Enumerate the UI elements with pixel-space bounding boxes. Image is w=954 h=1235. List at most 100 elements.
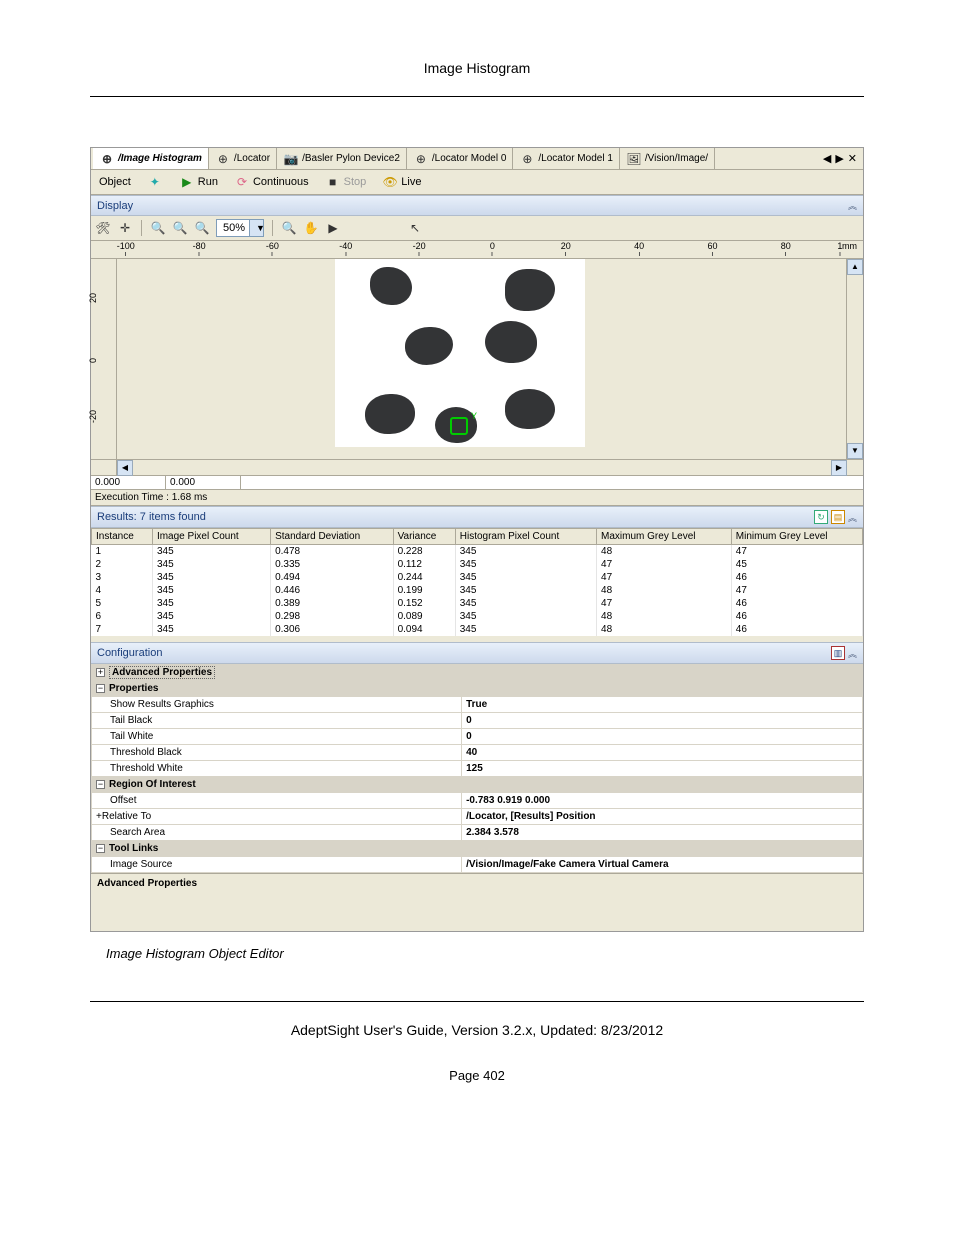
table-cell: 45 xyxy=(731,558,862,571)
table-row[interactable]: 63450.2980.0893454846 xyxy=(92,610,863,623)
tab-locator[interactable]: ⊕ /Locator xyxy=(209,148,277,169)
table-row[interactable]: 33450.4940.2443454746 xyxy=(92,571,863,584)
prop-key: Threshold White xyxy=(92,761,462,777)
execution-time: Execution Time : 1.68 ms xyxy=(91,490,863,506)
tab-next-icon[interactable]: ▶ xyxy=(835,152,843,165)
table-row[interactable]: 73450.3060.0943454846 xyxy=(92,623,863,636)
results-refresh-icon[interactable]: ↻ xyxy=(814,510,828,524)
zoom-fit-icon[interactable]: 🔍 xyxy=(194,220,210,236)
prop-value[interactable]: /Vision/Image/Fake Camera Virtual Camera xyxy=(462,857,863,873)
prop-row[interactable]: Threshold Black40 xyxy=(92,745,863,761)
status-x: 0.000 xyxy=(91,476,166,489)
prop-row[interactable]: Threshold White125 xyxy=(92,761,863,777)
run-button[interactable]: ▶Run xyxy=(175,173,222,191)
column-header[interactable]: Minimum Grey Level xyxy=(731,529,862,545)
table-row[interactable]: 23450.3350.1123454745 xyxy=(92,558,863,571)
config-icon[interactable]: ▥ xyxy=(831,646,845,660)
zoom-in-icon[interactable]: 🔍 xyxy=(150,220,166,236)
zoom-select[interactable]: 50% ▼ xyxy=(216,219,264,237)
prop-row[interactable]: Offset-0.783 0.919 0.000 xyxy=(92,793,863,809)
roi-y-label: Y xyxy=(471,411,477,421)
table-cell: 0.335 xyxy=(271,558,394,571)
collapse-icon[interactable] xyxy=(848,199,857,212)
tab-prev-icon[interactable]: ◀ xyxy=(823,152,831,165)
collapse-icon[interactable] xyxy=(848,647,857,660)
prop-row[interactable]: +Relative To/Locator, [Results] Position xyxy=(92,809,863,825)
tab-model-0[interactable]: ⊕ /Locator Model 0 xyxy=(407,148,514,169)
table-cell: 3 xyxy=(92,571,153,584)
image-canvas[interactable]: Y xyxy=(117,259,847,459)
column-header[interactable]: Maximum Grey Level xyxy=(597,529,732,545)
results-view-icon[interactable]: ▤ xyxy=(831,510,845,524)
collapse-icon[interactable]: − xyxy=(96,844,105,853)
category-properties[interactable]: Properties xyxy=(109,683,158,694)
tab-basler[interactable]: 📷 /Basler Pylon Device2 xyxy=(277,148,407,169)
tools-icon[interactable]: 🛠 xyxy=(95,220,111,236)
table-cell: 46 xyxy=(731,571,862,584)
prop-row[interactable]: Search Area2.384 3.578 xyxy=(92,825,863,841)
collapse-icon[interactable] xyxy=(848,511,857,524)
tab-bar: ⊕ /Image Histogram ⊕ /Locator 📷 /Basler … xyxy=(91,148,863,170)
scroll-up-icon[interactable]: ▲ xyxy=(847,259,863,275)
table-cell: 47 xyxy=(597,558,732,571)
category-tool-links[interactable]: Tool Links xyxy=(109,843,158,854)
tab-image-histogram[interactable]: ⊕ /Image Histogram xyxy=(93,148,209,169)
prop-row[interactable]: Image Source/Vision/Image/Fake Camera Vi… xyxy=(92,857,863,873)
column-header[interactable]: Histogram Pixel Count xyxy=(455,529,596,545)
scroll-left-icon[interactable]: ◀ xyxy=(117,460,133,476)
vertical-scrollbar[interactable]: ▲ ▼ xyxy=(847,259,863,459)
table-cell: 345 xyxy=(152,545,270,559)
prop-value[interactable]: 40 xyxy=(462,745,863,761)
zoom-region-icon[interactable]: 🔍 xyxy=(281,220,297,236)
prop-value[interactable]: /Locator, [Results] Position xyxy=(462,809,863,825)
live-button[interactable]: 👁Live xyxy=(378,173,425,191)
results-panel-header[interactable]: Results: 7 items found ↻ ▤ xyxy=(91,506,863,528)
prop-value[interactable]: 0 xyxy=(462,713,863,729)
divider xyxy=(90,96,864,97)
zoom-out-icon[interactable]: 🔍 xyxy=(172,220,188,236)
column-header[interactable]: Instance xyxy=(92,529,153,545)
column-header[interactable]: Image Pixel Count xyxy=(152,529,270,545)
table-cell: 48 xyxy=(597,545,732,559)
prop-value[interactable]: -0.783 0.919 0.000 xyxy=(462,793,863,809)
image-preview: Y xyxy=(335,259,585,447)
wand-button[interactable]: ✦ xyxy=(143,173,167,191)
app-window: ⊕ /Image Histogram ⊕ /Locator 📷 /Basler … xyxy=(90,147,864,932)
prop-value[interactable]: 2.384 3.578 xyxy=(462,825,863,841)
prop-row[interactable]: Tail Black0 xyxy=(92,713,863,729)
prop-value[interactable]: True xyxy=(462,697,863,713)
scroll-down-icon[interactable]: ▼ xyxy=(847,443,863,459)
pointer-icon[interactable]: ▶ xyxy=(325,220,341,236)
tab-vision-image[interactable]: 🖼 /Vision/Image/ xyxy=(620,148,715,169)
scroll-right-icon[interactable]: ▶ xyxy=(831,460,847,476)
tab-close-icon[interactable]: ✕ xyxy=(848,152,857,165)
table-row[interactable]: 53450.3890.1523454746 xyxy=(92,597,863,610)
prop-value[interactable]: 125 xyxy=(462,761,863,777)
horizontal-scrollbar[interactable]: ◀ ▶ xyxy=(117,460,847,475)
pan-icon[interactable]: ✋ xyxy=(303,220,319,236)
prop-row[interactable]: Tail White0 xyxy=(92,729,863,745)
table-row[interactable]: 43450.4460.1993454847 xyxy=(92,584,863,597)
dropdown-icon[interactable]: ▼ xyxy=(249,220,263,236)
crosshair-icon[interactable]: ✛ xyxy=(117,220,133,236)
collapse-icon[interactable]: − xyxy=(96,684,105,693)
table-row[interactable]: 13450.4780.2283454847 xyxy=(92,545,863,559)
table-cell: 0.112 xyxy=(393,558,455,571)
expand-icon[interactable]: + xyxy=(96,668,105,677)
tab-label: /Locator xyxy=(234,153,270,164)
ruler-tick: -40 xyxy=(339,241,352,256)
category-advanced[interactable]: Advanced Properties xyxy=(109,666,215,679)
column-header[interactable]: Standard Deviation xyxy=(271,529,394,545)
config-panel-header[interactable]: Configuration ▥ xyxy=(91,642,863,664)
display-panel-header[interactable]: Display xyxy=(91,195,863,216)
column-header[interactable]: Variance xyxy=(393,529,455,545)
continuous-button[interactable]: ⟳Continuous xyxy=(230,173,313,191)
category-roi[interactable]: Region Of Interest xyxy=(109,779,196,790)
tab-model-1[interactable]: ⊕ /Locator Model 1 xyxy=(513,148,620,169)
collapse-icon[interactable]: − xyxy=(96,780,105,789)
table-cell: 0.244 xyxy=(393,571,455,584)
prop-row[interactable]: Show Results GraphicsTrue xyxy=(92,697,863,713)
stop-button[interactable]: ■Stop xyxy=(321,173,371,191)
ruler-vertical: 20 0 -20 xyxy=(91,259,117,459)
prop-value[interactable]: 0 xyxy=(462,729,863,745)
